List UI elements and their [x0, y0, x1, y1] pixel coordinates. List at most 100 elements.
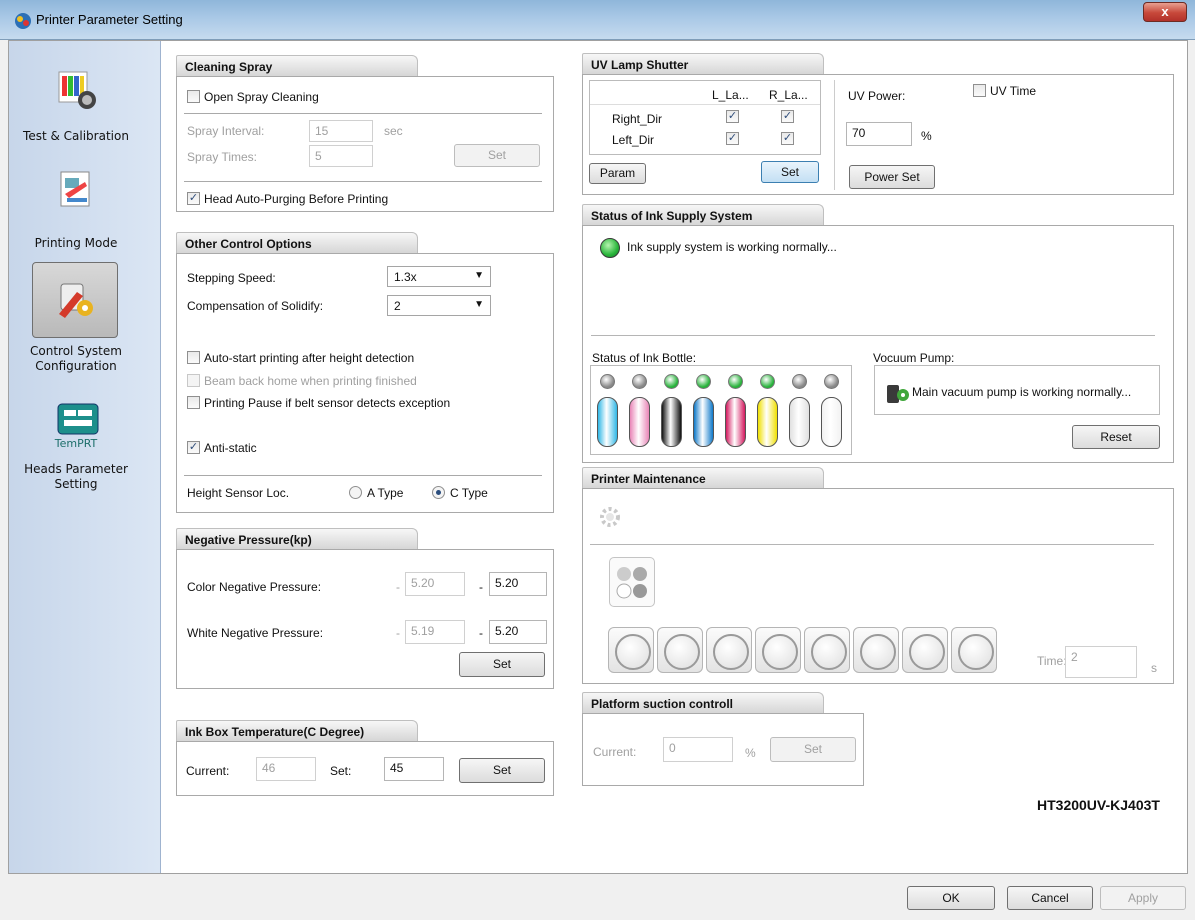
color-pressure-dash-2: -: [479, 580, 483, 594]
uv-power-input[interactable]: 70: [846, 122, 912, 146]
ink-bottle-led: [728, 374, 743, 389]
pressure-set-button[interactable]: Set: [459, 652, 545, 677]
ok-button[interactable]: OK: [907, 886, 995, 910]
window-title: Printer Parameter Setting: [36, 12, 183, 27]
reset-button[interactable]: Reset: [1072, 425, 1160, 449]
ink-bottle: [693, 397, 714, 447]
close-button[interactable]: x: [1143, 2, 1187, 22]
uv-row-left-dir: Left_Dir: [612, 133, 655, 147]
vacuum-label: Vocuum Pump:: [873, 351, 955, 365]
stepping-speed-select[interactable]: 1.3x ▼: [387, 266, 491, 287]
chevron-down-icon: ▼: [474, 299, 484, 310]
purge-head-button[interactable]: [853, 627, 899, 673]
purge-head-button[interactable]: [902, 627, 948, 673]
uv-row-right-dir: Right_Dir: [612, 112, 663, 126]
platform-current-label: Current:: [593, 745, 637, 759]
c-type-radio[interactable]: [432, 486, 445, 499]
nav-test-calibration[interactable]: Test & Calibration: [0, 129, 152, 144]
cleaning-spray-header: Cleaning Spray: [176, 55, 418, 76]
purge-head-button[interactable]: [755, 627, 801, 673]
color-pressure-current: 5.20: [405, 572, 465, 596]
spray-interval-input[interactable]: 15: [309, 120, 373, 142]
spray-set-button[interactable]: Set: [454, 144, 540, 167]
purge-head-button[interactable]: [951, 627, 997, 673]
supply-status-message: Ink supply system is working normally...: [627, 240, 837, 254]
negative-pressure-header: Negative Pressure(kp): [176, 528, 418, 549]
control-system-icon: [59, 283, 93, 318]
printing-mode-icon: [60, 171, 90, 207]
open-spray-checkbox[interactable]: [187, 90, 200, 103]
app-icon: [15, 13, 31, 29]
a-type-label: A Type: [367, 486, 404, 500]
ink-bottle-led: [792, 374, 807, 389]
gear-icon: [600, 507, 620, 527]
ink-bottle: [725, 397, 746, 447]
uv-right-l-checkbox[interactable]: ✓: [726, 110, 739, 123]
color-pressure-input[interactable]: 5.20: [489, 572, 547, 596]
nav-printing-mode[interactable]: Printing Mode: [0, 236, 152, 251]
white-pressure-dash: -: [396, 626, 400, 640]
ink-temp-current-input: 46: [256, 757, 316, 781]
platform-unit: %: [745, 746, 756, 760]
compensation-label: Compensation of Solidify:: [187, 299, 324, 313]
spray-times-label: Spray Times:: [187, 150, 258, 164]
uv-time-checkbox[interactable]: [973, 84, 986, 97]
c-type-label: C Type: [450, 486, 488, 500]
color-pressure-label: Color Negative Pressure:: [187, 580, 322, 594]
ink-bottle: [757, 397, 778, 447]
time-input[interactable]: 2: [1065, 646, 1137, 678]
white-pressure-label: White Negative Pressure:: [187, 626, 324, 640]
ink-temp-set-button[interactable]: Set: [459, 758, 545, 783]
vacuum-pump-icon: [887, 385, 909, 403]
divider: [590, 544, 1154, 545]
uv-right-r-checkbox[interactable]: ✓: [781, 110, 794, 123]
ink-temp-set-input[interactable]: 45: [384, 757, 444, 781]
nozzle-check-button[interactable]: [609, 557, 655, 607]
beam-back-label: Beam back home when printing finished: [204, 374, 417, 388]
calibration-icon: [58, 71, 96, 109]
uv-left-l-checkbox[interactable]: ✓: [726, 132, 739, 145]
power-set-button[interactable]: Power Set: [849, 165, 935, 189]
ink-box-temp-header: Ink Box Temperature(C Degree): [176, 720, 418, 741]
vacuum-message: Main vacuum pump is working normally...: [912, 385, 1132, 399]
divider: [591, 335, 1155, 336]
nav-control-system[interactable]: Control System Configuration: [0, 344, 152, 374]
uv-time-label: UV Time: [990, 84, 1037, 98]
uv-param-button[interactable]: Param: [589, 163, 646, 184]
auto-start-checkbox[interactable]: [187, 351, 200, 364]
uv-lamp-header: UV Lamp Shutter: [582, 53, 824, 74]
platform-suction-header: Platform suction controll: [582, 692, 824, 713]
ink-bottle: [629, 397, 650, 447]
uv-set-button[interactable]: Set: [761, 161, 819, 183]
purge-head-button[interactable]: [804, 627, 850, 673]
nav-heads-parameter[interactable]: Heads Parameter Setting: [0, 462, 152, 492]
compensation-select[interactable]: 2 ▼: [387, 295, 491, 316]
white-pressure-input[interactable]: 5.20: [489, 620, 547, 644]
color-pressure-dash: -: [396, 580, 400, 594]
beam-back-checkbox[interactable]: [187, 374, 200, 387]
ink-bottle-led: [760, 374, 775, 389]
auto-purge-checkbox[interactable]: ✓: [187, 192, 200, 205]
platform-set-button[interactable]: Set: [770, 737, 856, 762]
spray-times-input[interactable]: 5: [309, 145, 373, 167]
stepping-speed-label: Stepping Speed:: [187, 271, 276, 285]
purge-head-button[interactable]: [608, 627, 654, 673]
spray-interval-label: Spray Interval:: [187, 124, 265, 138]
ink-bottle-led: [824, 374, 839, 389]
pause-checkbox[interactable]: [187, 396, 200, 409]
apply-button[interactable]: Apply: [1100, 886, 1186, 910]
spray-interval-unit: sec: [384, 124, 403, 138]
antistatic-checkbox[interactable]: ✓: [187, 441, 200, 454]
uv-left-r-checkbox[interactable]: ✓: [781, 132, 794, 145]
time-unit: s: [1151, 661, 1157, 675]
purge-head-button[interactable]: [706, 627, 752, 673]
ink-bottle-led: [632, 374, 647, 389]
model-name: HT3200UV-KJ403T: [1037, 797, 1160, 813]
a-type-radio[interactable]: [349, 486, 362, 499]
cancel-button[interactable]: Cancel: [1007, 886, 1093, 910]
ink-supply-header: Status of Ink Supply System: [582, 204, 824, 225]
ink-bottle-led: [600, 374, 615, 389]
antistatic-label: Anti-static: [204, 441, 257, 455]
purge-head-button[interactable]: [657, 627, 703, 673]
ink-bottle: [597, 397, 618, 447]
